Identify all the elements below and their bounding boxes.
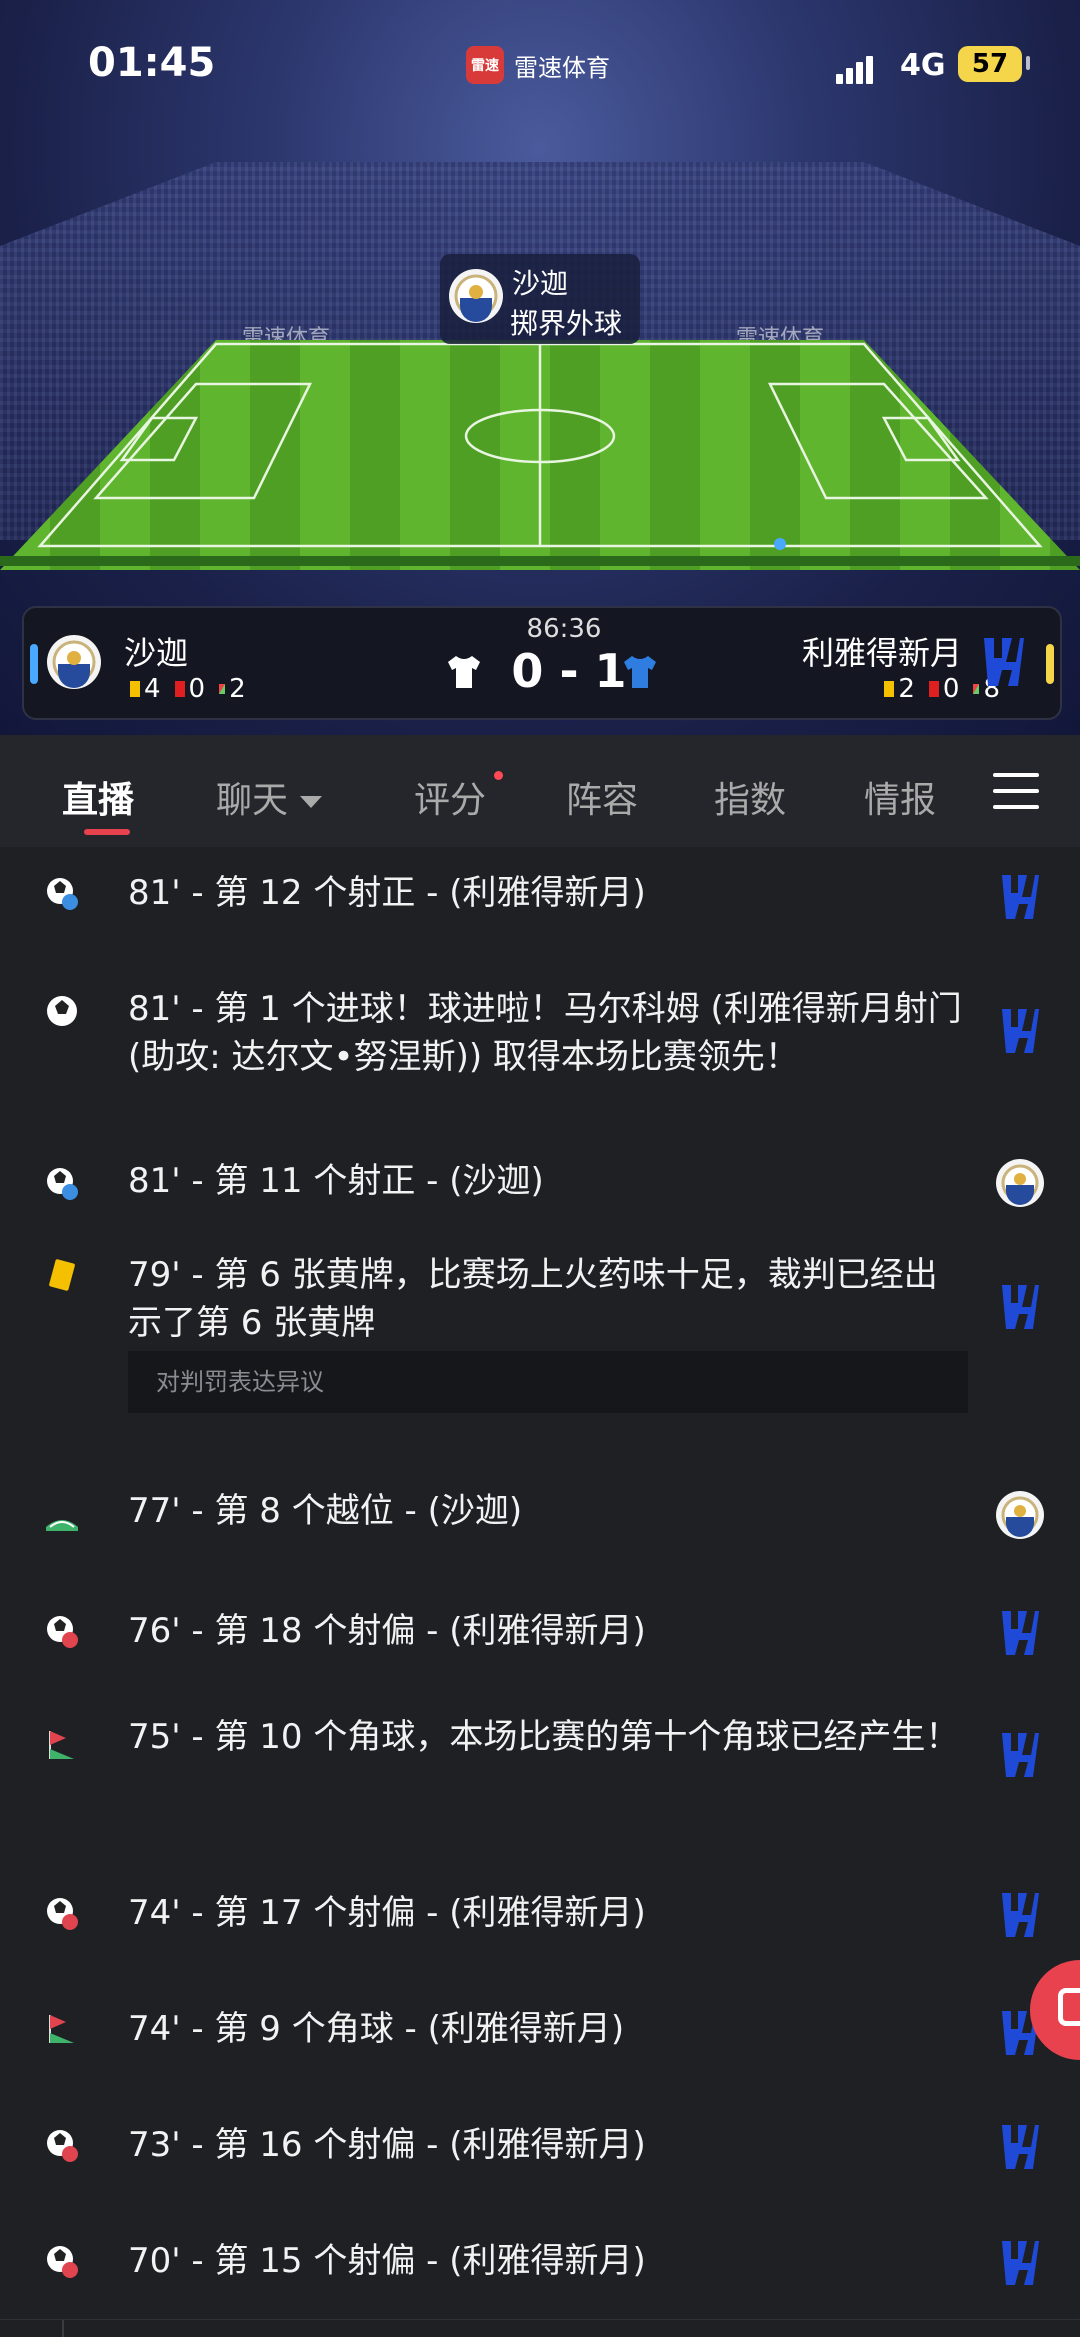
away-team-crest-icon (984, 638, 1024, 686)
tab-chat[interactable]: 聊天 (216, 771, 323, 823)
event-row[interactable]: 77' - 第 8 个越位 - (沙迦) (0, 1457, 1080, 1574)
home-team-crest-icon (996, 1491, 1044, 1539)
event-text: 79' - 第 6 张黄牌，比赛场上火药味十足，裁判已经出示了第 6 张黄牌 (128, 1255, 938, 1343)
home-team-name: 沙迦 (124, 634, 189, 672)
event-row[interactable]: 81' - 第 11 个射正 - (沙迦) (0, 1133, 1080, 1236)
red-card-icon (928, 681, 939, 697)
shot-on-target-icon (47, 878, 78, 910)
event-text: 75' - 第 10 个角球，本场比赛的第十个角球已经产生！ (128, 1717, 960, 1757)
match-clock: 86:36 (526, 614, 602, 644)
possession-action: 掷界外球 (510, 307, 623, 340)
notification-dot (494, 771, 503, 780)
chevron-down-icon (300, 796, 323, 808)
home-yellow-count: 4 (144, 674, 161, 704)
away-team-crest-icon (1002, 1893, 1039, 1937)
live-events-list: 81' - 第 12 个射正 - (利雅得新月) 81' - 第 1 个进球！球进… (0, 847, 1080, 2337)
status-time: 01:45 (88, 40, 216, 86)
home-team-crest-icon (996, 1159, 1044, 1207)
event-note: 对判罚表达异议 (128, 1351, 968, 1413)
event-row[interactable]: 76' - 第 18 个射偏 - (利雅得新月) (0, 1573, 1080, 1690)
tab-odds[interactable]: 指数 (714, 771, 786, 823)
yellow-card-icon (884, 681, 895, 697)
tab-live[interactable]: 直播 (62, 771, 134, 823)
event-row[interactable]: 74' - 第 17 个射偏 - (利雅得新月) (0, 1855, 1080, 1972)
event-text: 81' - 第 1 个进球！球进啦！马尔科姆 (利雅得新月射门 (助攻: 达尔文… (128, 989, 962, 1077)
offside-icon (46, 1520, 78, 1531)
tab-bar: 直播 聊天 评分 阵容 指数 情报 (0, 735, 1080, 847)
event-row[interactable]: 75' - 第 10 个角球，本场比赛的第十个角球已经产生！ (0, 1689, 1080, 1856)
away-shirt-icon (624, 656, 656, 688)
home-accent-bar (30, 644, 38, 684)
away-red-count: 0 (942, 674, 960, 704)
app-logo-icon: 雷速 (466, 46, 504, 84)
home-shirt-icon (448, 656, 480, 688)
away-accent-bar (1046, 644, 1054, 684)
home-corner-count: 2 (229, 674, 246, 704)
sharjah-crest-icon (449, 269, 503, 323)
status-bar: 01:45 雷速 雷速体育 4G 57 (0, 0, 1080, 130)
event-text: 81' - 第 12 个射正 - (利雅得新月) (128, 873, 646, 913)
ball-position (774, 538, 786, 550)
event-text: 81' - 第 11 个射正 - (沙迦) (128, 1161, 544, 1201)
edit-icon (1058, 1988, 1080, 2026)
tab-ratings-label: 评分 (414, 780, 487, 821)
event-text: 77' - 第 8 个越位 - (沙迦) (128, 1491, 523, 1531)
signal-icon (836, 52, 876, 84)
event-text: 74' - 第 17 个射偏 - (利雅得新月) (128, 1893, 646, 1933)
yellow-card-icon (49, 1259, 75, 1291)
event-row[interactable]: 79' - 第 6 张黄牌，比赛场上火药味十足，裁判已经出示了第 6 张黄牌对判… (0, 1235, 1080, 1458)
shot-off-target-icon (47, 1616, 78, 1648)
yellow-card-icon (130, 681, 140, 697)
event-text: 73' - 第 16 个射偏 - (利雅得新月) (128, 2125, 646, 2165)
app-name: 雷速体育 (514, 54, 610, 82)
shot-off-target-icon (47, 1898, 78, 1930)
corner-flag-icon (49, 1731, 74, 1759)
shot-on-target-icon (47, 1168, 78, 1200)
red-card-icon (174, 681, 185, 697)
possession-team: 沙迦 (512, 267, 569, 300)
away-team-name: 利雅得新月 (801, 634, 962, 672)
home-team-crest-icon (47, 635, 101, 689)
battery-tip (1026, 56, 1030, 70)
tab-lineup[interactable]: 阵容 (566, 771, 638, 823)
tab-intel[interactable]: 情报 (864, 771, 936, 823)
shot-off-target-icon (47, 2130, 78, 2162)
corner-flag-icon (49, 2015, 74, 2043)
away-team-crest-icon (1002, 1733, 1039, 1777)
event-row[interactable]: 74' - 第 9 个角球 - (利雅得新月) (0, 1971, 1080, 2088)
event-row[interactable]: 81' - 第 12 个射正 - (利雅得新月) (0, 847, 1080, 950)
scoreboard: 沙迦 4 0 2 86:36 0 - 1 利雅得新月 2 0 8 (22, 606, 1062, 720)
shot-off-target-icon (47, 2246, 78, 2278)
home-red-count: 0 (188, 674, 206, 704)
home-team-stats: 4 0 2 (130, 674, 246, 704)
pitch-edge (0, 556, 1080, 566)
away-team-crest-icon (1002, 1009, 1039, 1053)
stadium-header: 01:45 雷速 雷速体育 4G 57 雷速体育 雷速体育 沙迦 掷界外球 沙迦… (0, 0, 1080, 735)
away-team-crest-icon (1002, 2125, 1039, 2169)
battery-icon: 57 (958, 46, 1022, 82)
possession-indicator: 沙迦 掷界外球 (440, 254, 640, 344)
away-team-crest-icon (1002, 875, 1039, 919)
away-team-crest-icon (1002, 2241, 1039, 2285)
event-text: 70' - 第 15 个射偏 - (利雅得新月) (128, 2241, 646, 2281)
event-text: 74' - 第 9 个角球 - (利雅得新月) (128, 2009, 625, 2049)
menu-icon[interactable] (993, 773, 1039, 809)
event-text: 76' - 第 18 个射偏 - (利雅得新月) (128, 1611, 646, 1651)
corner-flag-icon (219, 684, 226, 694)
event-row[interactable]: 70' - 第 15 个射偏 - (利雅得新月) (0, 2203, 1080, 2320)
network-type: 4G (900, 48, 946, 83)
event-row[interactable]: 73' - 第 16 个射偏 - (利雅得新月) (0, 2087, 1080, 2204)
tab-chat-label: 聊天 (216, 780, 289, 821)
away-team-crest-icon (1002, 1611, 1039, 1655)
tab-ratings[interactable]: 评分 (414, 771, 486, 823)
event-row[interactable]: 81' - 第 1 个进球！球进啦！马尔科姆 (利雅得新月射门 (助攻: 达尔文… (0, 949, 1080, 1134)
away-team-crest-icon (1002, 1285, 1039, 1329)
away-yellow-count: 2 (898, 674, 915, 704)
active-tab-indicator (84, 829, 130, 835)
goal-icon (47, 996, 77, 1026)
